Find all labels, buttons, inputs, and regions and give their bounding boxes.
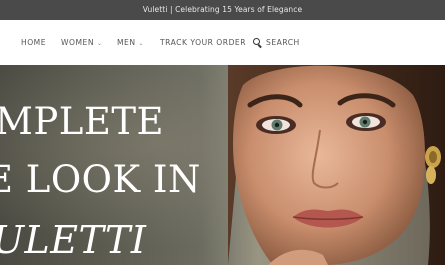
hero-headline-1: MPLETE (0, 100, 165, 143)
nav-men-label: MEN (117, 38, 136, 47)
nav-track-order-label: TRACK YOUR ORDER (160, 38, 246, 47)
announcement-text: Vuletti | Celebrating 15 Years of Elegan… (142, 5, 303, 14)
nav-search-label: SEARCH (266, 38, 300, 47)
main-nav: HOME WOMEN ⌄ MEN ⌄ TRACK YOUR ORDER SEARCH (0, 20, 445, 65)
hero-headline-2: E LOOK IN (0, 158, 201, 201)
nav-women-label: WOMEN (61, 38, 95, 47)
nav-home[interactable]: HOME (21, 20, 46, 65)
model-portrait-image (228, 65, 445, 265)
nav-home-label: HOME (21, 38, 47, 47)
chevron-down-icon: ⌄ (138, 40, 145, 47)
nav-men[interactable]: MEN ⌄ (117, 20, 144, 65)
search-icon[interactable] (253, 38, 260, 45)
nav-track-order[interactable]: TRACK YOUR ORDER (160, 20, 246, 65)
nav-women[interactable]: WOMEN ⌄ (61, 20, 103, 65)
announcement-bar: Vuletti | Celebrating 15 Years of Elegan… (0, 0, 445, 20)
nav-search[interactable]: SEARCH (266, 20, 300, 65)
chevron-down-icon: ⌄ (97, 40, 103, 47)
hero-headline-3: ULETTI (0, 218, 147, 262)
